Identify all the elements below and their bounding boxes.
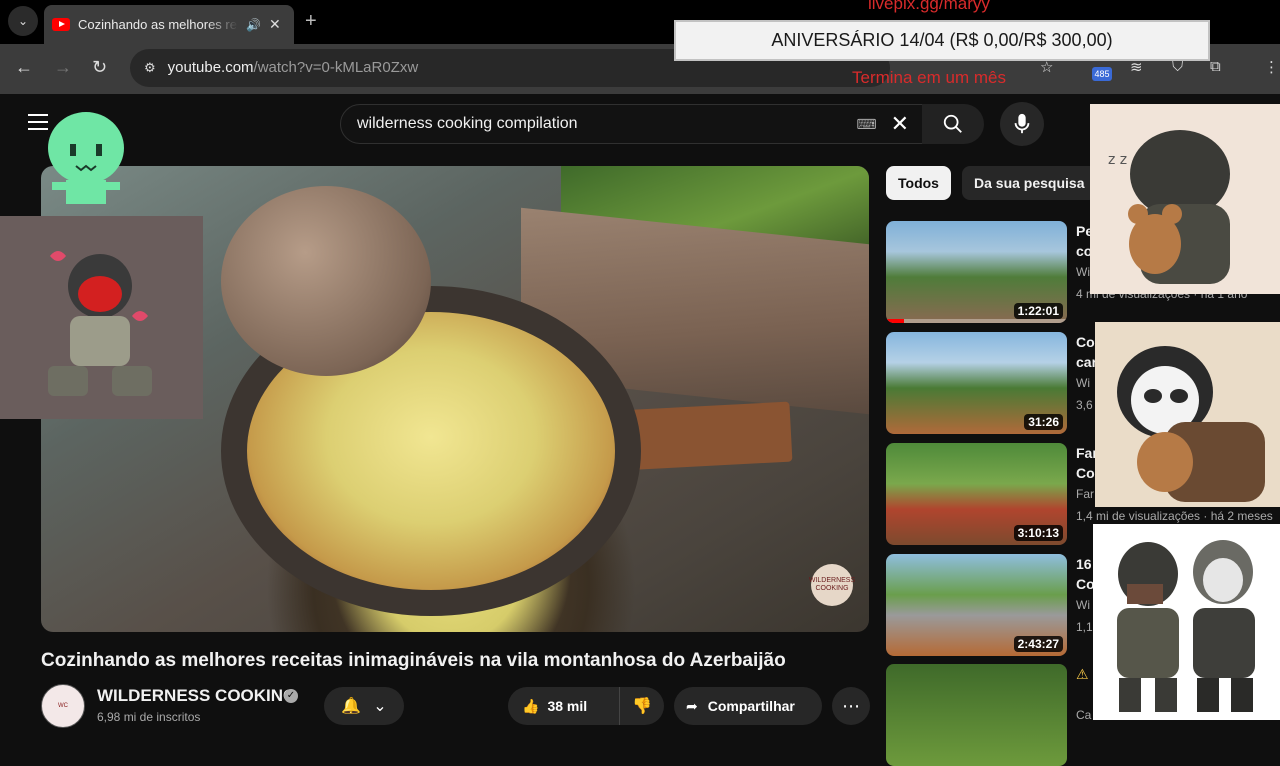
menu-dots-icon[interactable]: ⋮ xyxy=(1264,58,1279,76)
anniversary-goal-overlay: ANIVERSÁRIO 14/04 (R$ 0,00/R$ 300,00) xyxy=(674,20,1210,61)
bell-icon: 🔔 xyxy=(341,698,362,715)
browser-tab-active[interactable]: Cozinhando as melhores receitas 🔊 ✕ xyxy=(44,5,294,44)
notifications-button[interactable]: 🔔 ⌄ xyxy=(324,687,404,725)
recommendation-thumbnail[interactable]: 31:26 xyxy=(886,332,1067,434)
extension-badge[interactable]: 485 xyxy=(1092,67,1112,81)
dislike-button[interactable]: 👎 xyxy=(620,687,664,725)
share-button[interactable]: ➦ Compartilhar xyxy=(674,687,822,725)
youtube-header: wilderness cooking compilation ⌨ ✕ xyxy=(0,94,1280,156)
tab-search-dropdown[interactable]: ⌄ xyxy=(8,6,38,36)
recommendation-channel[interactable]: Wi xyxy=(1076,376,1090,390)
recommendation-meta: 1,1 xyxy=(1076,620,1093,634)
soldier-sticker xyxy=(0,216,203,419)
video-frame-wood xyxy=(619,401,793,471)
recommendation-thumbnail[interactable] xyxy=(886,664,1067,766)
recommendation-channel[interactable]: Wi xyxy=(1076,598,1090,612)
recommendation-thumbnail[interactable]: 1:22:01 xyxy=(886,221,1067,323)
chevron-down-icon: ⌄ xyxy=(373,698,387,715)
livepix-overlay: livepix.gg/maryy xyxy=(868,0,990,13)
youtube-favicon-icon xyxy=(52,18,70,31)
search-input[interactable]: wilderness cooking compilation ⌨ ✕ xyxy=(340,104,924,144)
tab-title: Cozinhando as melhores receitas xyxy=(78,17,238,32)
thumbs-down-icon: 👎 xyxy=(632,698,652,715)
video-duration: 1:22:01 xyxy=(1013,303,1063,319)
duo-soldiers-sticker xyxy=(1093,524,1280,720)
sleeping-soldier-sticker: z z xyxy=(1090,104,1280,294)
more-actions-button[interactable]: ⋯ xyxy=(832,687,870,725)
recommendation-thumbnail[interactable]: 2:43:27 xyxy=(886,554,1067,656)
site-settings-icon[interactable]: ⚙ xyxy=(144,60,156,76)
thumbs-up-icon: 👍 xyxy=(522,697,540,714)
goal-ends-text: Termina em um mês xyxy=(852,68,1006,87)
video-title: Cozinhando as melhores receitas inimagin… xyxy=(41,650,786,671)
recommendation-meta: 3,6 xyxy=(1076,398,1093,412)
svg-text:z z: z z xyxy=(1108,152,1127,168)
chevron-down-icon: ⌄ xyxy=(17,14,29,28)
recommendation-channel[interactable]: Far xyxy=(1076,487,1094,501)
like-button[interactable]: 👍 38 mil xyxy=(508,687,620,725)
watch-progress-track xyxy=(886,319,1067,323)
sleeping-ghost-sticker xyxy=(1095,322,1280,507)
subscriber-count: 6,98 mi de inscritos xyxy=(97,710,201,724)
share-label: Compartilhar xyxy=(707,698,795,714)
share-icon: ➦ xyxy=(686,697,698,714)
search-button[interactable] xyxy=(922,104,984,144)
clear-search-icon[interactable]: ✕ xyxy=(891,111,909,137)
close-icon[interactable]: ✕ xyxy=(269,16,281,33)
video-duration: 31:26 xyxy=(1024,414,1063,430)
like-count: 38 mil xyxy=(547,698,588,714)
chip-related[interactable]: Da sua pesquisa xyxy=(962,166,1097,200)
recommendation-channel[interactable]: Wi xyxy=(1076,265,1090,279)
more-horizontal-icon: ⋯ xyxy=(842,695,860,716)
recommendation-thumbnail[interactable]: 3:10:13 xyxy=(886,443,1067,545)
reload-icon[interactable]: ↻ xyxy=(92,57,107,78)
video-duration: 3:10:13 xyxy=(1013,525,1063,541)
alien-sticker xyxy=(48,112,124,204)
keyboard-icon[interactable]: ⌨ xyxy=(856,116,876,133)
search-query: wilderness cooking compilation xyxy=(357,115,578,132)
search-icon xyxy=(943,114,962,133)
channel-watermark[interactable]: WILDERNESS COOKING xyxy=(809,564,855,606)
arrow-left-icon[interactable]: ← xyxy=(15,57,33,78)
recommendation-meta: 1,4 mi de visualizações · há 2 meses xyxy=(1076,509,1273,523)
video-duration: 2:43:27 xyxy=(1013,636,1063,652)
verified-icon: ✓ xyxy=(284,689,298,703)
video-frame-ladle xyxy=(221,186,431,376)
voice-search-button[interactable] xyxy=(1000,102,1044,146)
url-path: /watch?v=0-kMLaR0Zxw xyxy=(253,59,419,76)
channel-name[interactable]: WILDERNESS COOKING xyxy=(97,686,296,706)
url-host: youtube.com xyxy=(167,59,254,76)
speaker-icon[interactable]: 🔊 xyxy=(246,18,261,32)
like-dislike-group: 👍 38 mil 👎 xyxy=(508,687,664,725)
arrow-right-icon[interactable]: → xyxy=(54,57,72,78)
avatar[interactable]: WC xyxy=(41,684,85,728)
mic-icon xyxy=(1014,113,1030,134)
watch-progress xyxy=(886,319,905,323)
puzzle-icon[interactable]: ⧉ xyxy=(1210,58,1221,75)
plus-icon[interactable]: + xyxy=(305,10,317,33)
chip-all[interactable]: Todos xyxy=(886,166,951,200)
